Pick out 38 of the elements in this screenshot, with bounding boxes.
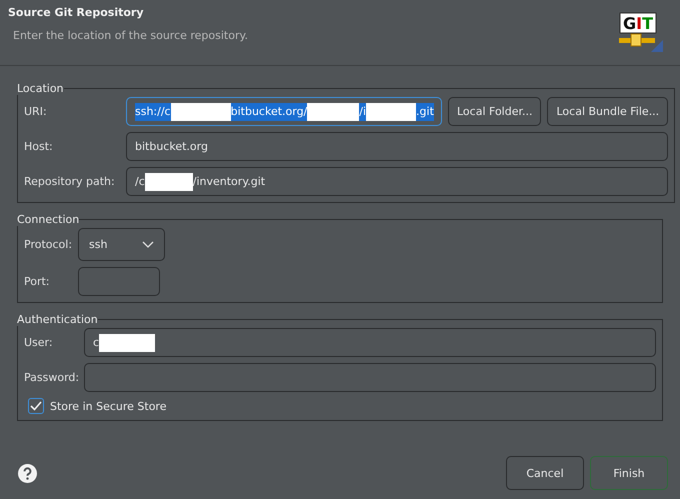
- field-label: Password:: [24, 371, 78, 384]
- protocol-dropdown[interactable]: ssh: [78, 228, 165, 261]
- checkmark-icon: [30, 401, 42, 411]
- host-field[interactable]: bitbucket.org: [126, 132, 668, 161]
- value-text: /c: [135, 175, 145, 188]
- group-label: Location: [17, 82, 64, 95]
- port-field[interactable]: [78, 267, 160, 296]
- value-text: c: [93, 336, 100, 349]
- value-text: /i: [359, 105, 366, 118]
- value-text: ssh://c: [135, 105, 171, 118]
- uri-field[interactable]: ssh://c bitbucket.org/ /i .git: [126, 97, 442, 126]
- field-label: Port:: [24, 275, 51, 288]
- field-label: Protocol:: [24, 238, 72, 251]
- redaction-block: [170, 102, 231, 120]
- group-label: Connection: [17, 213, 80, 226]
- redaction-block: [144, 172, 193, 190]
- field-label: Repository path:: [24, 175, 116, 188]
- field-label: User:: [24, 336, 54, 349]
- value-text: .git: [416, 105, 434, 118]
- value-text: bitbucket.org/: [230, 105, 308, 118]
- password-field[interactable]: [84, 363, 656, 392]
- dialog-subtitle: Enter the location of the source repository.: [12, 29, 248, 42]
- store-checkbox[interactable]: [28, 398, 44, 414]
- field-label: URI:: [24, 105, 48, 118]
- chevron-down-icon: [142, 241, 154, 248]
- redaction-block: [99, 334, 156, 352]
- browse-button[interactable]: Local Folder...: [448, 97, 542, 126]
- help-icon[interactable]: [18, 464, 37, 482]
- dialog-title: Source Git Repository: [8, 6, 145, 19]
- redaction-block: [307, 102, 360, 120]
- dialog-button[interactable]: Cancel: [506, 456, 584, 490]
- redaction-block: [366, 102, 416, 120]
- user-field[interactable]: c: [84, 328, 656, 357]
- checkbox-label: Store in Secure Store: [50, 400, 166, 412]
- field-label: Host:: [24, 140, 54, 153]
- browse-button[interactable]: Local Bundle File...: [547, 97, 668, 126]
- group-label: Authentication: [17, 313, 98, 326]
- dialog-button[interactable]: Finish: [590, 456, 668, 490]
